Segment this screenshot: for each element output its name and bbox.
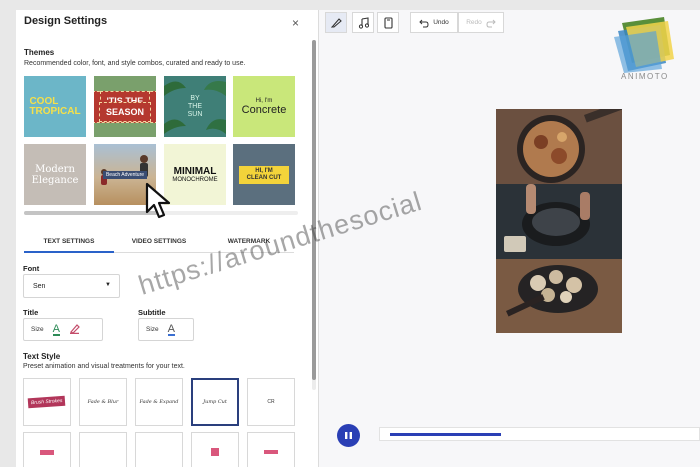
subtitle-label: Subtitle — [138, 308, 166, 317]
panel-scrollbar-thumb[interactable] — [312, 40, 316, 380]
subtitle-size-control[interactable]: Size A — [138, 318, 194, 341]
title-label: Title — [23, 308, 39, 317]
phone-icon — [383, 16, 393, 29]
tab-video-settings[interactable]: VIDEO SETTINGS — [114, 238, 204, 245]
pause-icon — [345, 432, 352, 439]
theme-label: Concrete — [241, 103, 287, 116]
panel-scrollbar[interactable] — [312, 40, 316, 390]
theme-label: HI, I'M CLEAN CUT — [238, 165, 290, 184]
theme-cool-tropical[interactable]: COOL TROPICAL — [24, 76, 86, 137]
text-style-option[interactable] — [247, 432, 295, 467]
text-style-option[interactable] — [135, 432, 183, 467]
pencil-icon — [330, 18, 342, 28]
theme-clean-cut[interactable]: HI, I'M CLEAN CUT — [233, 144, 295, 205]
size-label: Size — [146, 326, 159, 333]
style-preview — [40, 449, 54, 455]
text-style-option[interactable] — [79, 432, 127, 467]
design-settings-panel: Design Settings × Themes Recommended col… — [16, 10, 319, 467]
undo-icon — [419, 19, 429, 27]
text-style-option[interactable] — [23, 432, 71, 467]
tab-watermark[interactable]: WATERMARK — [204, 238, 294, 245]
style-preview — [211, 448, 219, 456]
theme-label: 'TIS THE SEASON — [94, 90, 156, 123]
font-select[interactable]: Sen ▼ — [23, 274, 120, 298]
mouse-pointer-icon — [145, 182, 171, 219]
active-tab-indicator — [24, 251, 114, 253]
caret-down-icon: ▼ — [105, 282, 111, 288]
undo-label: Undo — [433, 19, 449, 26]
theme-label: Beach Adventure — [102, 170, 148, 179]
style-label: Jump Cut — [203, 399, 227, 405]
video-preview[interactable] — [496, 109, 622, 333]
text-style-description: Preset animation and visual treatments f… — [23, 363, 185, 370]
brand-name: ANIMOTO — [621, 72, 669, 81]
redo-label: Redo — [466, 19, 482, 26]
theme-label: Modern Elegance — [31, 163, 79, 186]
phone-button[interactable] — [377, 12, 399, 33]
tab-text-settings[interactable]: TEXT SETTINGS — [24, 238, 114, 245]
font-label: Font — [23, 264, 40, 273]
theme-concrete[interactable]: Hi, I'm Concrete — [233, 76, 295, 137]
text-color-icon[interactable]: A — [167, 323, 175, 336]
theme-by-the-sun[interactable]: BY THE SUN — [164, 76, 226, 137]
app-frame: Design Settings × Themes Recommended col… — [16, 10, 700, 467]
style-label: CR — [267, 399, 275, 405]
font-value: Sen — [33, 283, 46, 290]
undo-button[interactable]: Undo — [410, 12, 458, 33]
text-style-fade-expand[interactable]: Fade & Expand — [135, 378, 183, 426]
food-photo-stuffed — [496, 259, 622, 333]
style-label: Fade & Blur — [87, 399, 119, 405]
style-label: Fade & Expand — [139, 399, 179, 405]
playback-progress — [390, 433, 501, 436]
music-button[interactable] — [352, 12, 374, 33]
style-preview — [264, 450, 278, 454]
food-photo-pan — [496, 184, 622, 259]
text-style-jump-cut[interactable]: Jump Cut — [191, 378, 239, 426]
theme-tis-the-season[interactable]: 'TIS THE SEASON — [94, 76, 156, 137]
theme-label: COOL TROPICAL — [29, 95, 81, 117]
highlight-pen-icon[interactable] — [69, 323, 80, 336]
theme-label: BY THE SUN — [187, 94, 203, 118]
redo-button[interactable]: Redo — [458, 12, 504, 33]
theme-modern-elegance[interactable]: Modern Elegance — [24, 144, 86, 205]
redo-icon — [486, 19, 496, 27]
pencil-button[interactable] — [325, 12, 347, 33]
size-label: Size — [31, 326, 44, 333]
themes-heading: Themes — [24, 48, 55, 57]
text-style-heading: Text Style — [23, 352, 61, 361]
style-label: Brush Strokes — [27, 395, 67, 409]
playback-timeline[interactable] — [379, 427, 700, 441]
title-size-control[interactable]: Size A — [23, 318, 103, 341]
themes-scrollbar-thumb[interactable] — [24, 211, 164, 215]
theme-sublabel: MONOCHROME — [172, 177, 218, 183]
text-style-cr[interactable]: CR — [247, 378, 295, 426]
text-style-fade-blur[interactable]: Fade & Blur — [79, 378, 127, 426]
text-color-icon[interactable]: A — [52, 323, 60, 336]
themes-description: Recommended color, font, and style combo… — [24, 60, 246, 67]
close-icon[interactable]: × — [292, 16, 299, 30]
text-style-brush-strokes[interactable]: Brush Strokes — [23, 378, 71, 426]
panel-title: Design Settings — [24, 15, 108, 27]
pause-button[interactable] — [337, 424, 360, 447]
food-photo-skillet — [496, 109, 622, 184]
music-note-icon — [358, 16, 369, 29]
text-style-option[interactable] — [191, 432, 239, 467]
theme-label: MINIMAL — [173, 166, 217, 177]
